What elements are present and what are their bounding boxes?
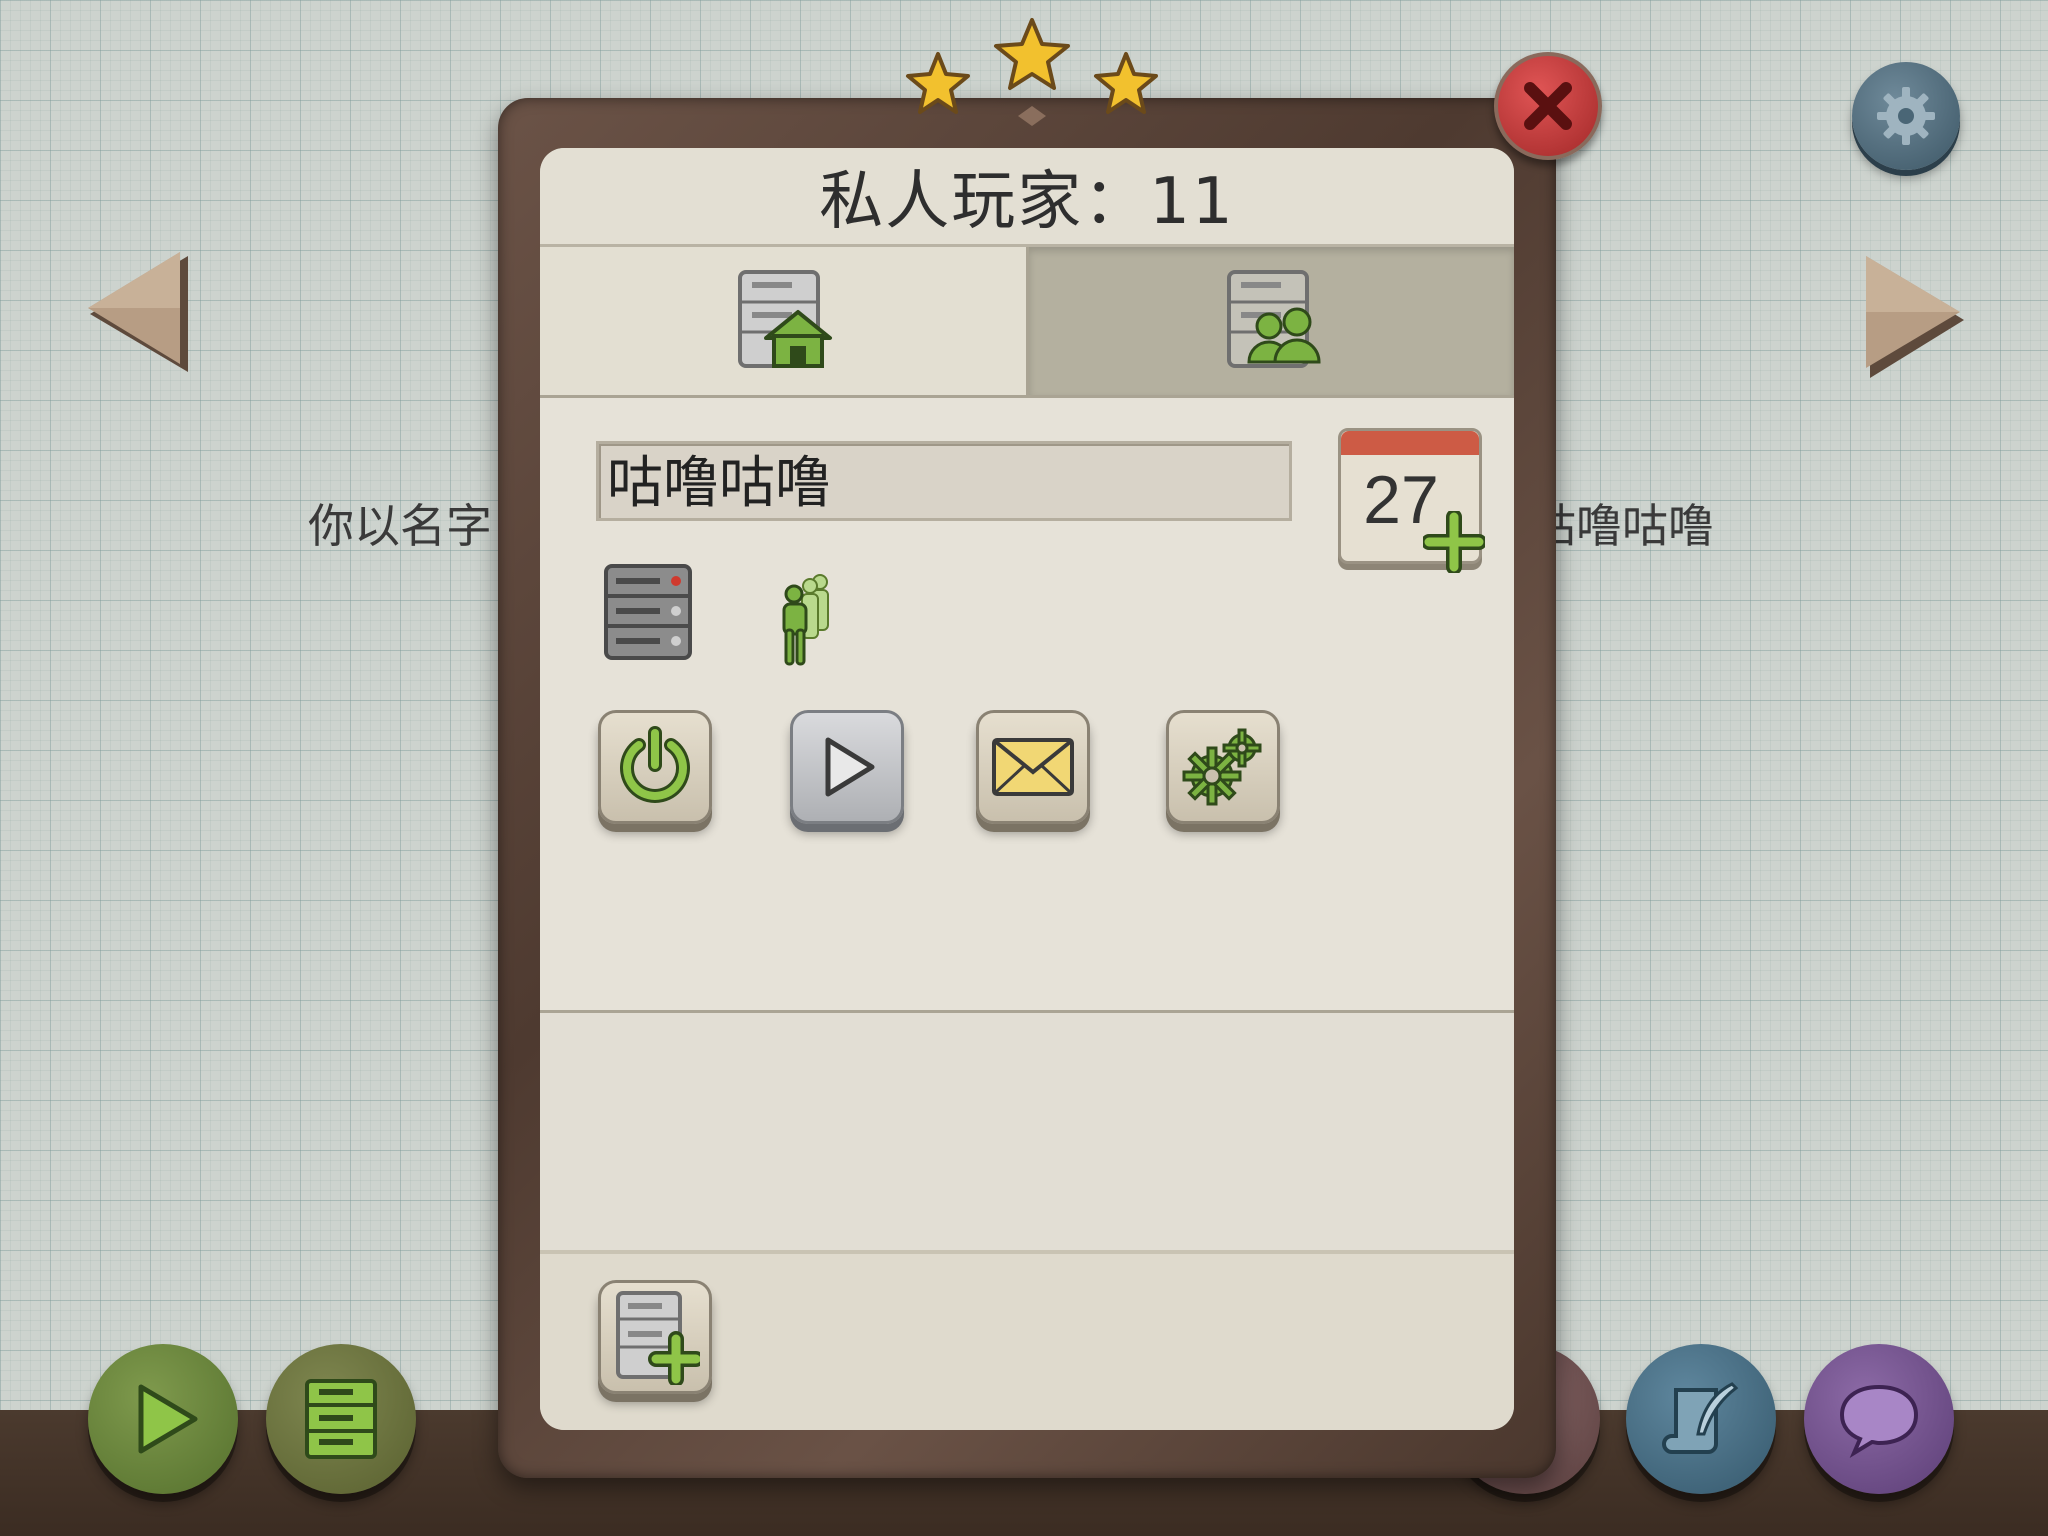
close-button[interactable]: [1494, 52, 1602, 160]
triangle-right-icon: [1866, 256, 1964, 378]
previous-arrow-button[interactable]: [84, 248, 194, 378]
server-name-field[interactable]: 咕噜咕噜: [596, 441, 1292, 521]
dialog-header: 私人玩家：11: [540, 148, 1514, 247]
chat-button[interactable]: [1804, 1344, 1954, 1494]
play-icon: [138, 1384, 198, 1454]
power-icon: [620, 726, 690, 803]
mail-icon: [992, 738, 1074, 796]
players-icon: [782, 574, 829, 666]
next-arrow-button[interactable]: [1860, 252, 1970, 382]
scroll-quill-icon: [1662, 1382, 1739, 1454]
tab-private-server[interactable]: [540, 247, 1029, 395]
server-dialog: 私人玩家：11 咕噜咕噜 27: [540, 148, 1514, 1430]
mail-button[interactable]: [976, 710, 1090, 824]
play-game-button[interactable]: [88, 1344, 238, 1494]
tab-multiplayer-server[interactable]: [1029, 247, 1514, 395]
server-status-icon: [604, 564, 692, 660]
server-list-icon: [305, 1379, 377, 1459]
add-server-icon: [616, 1291, 700, 1385]
background-text-left: 你以名字: [308, 499, 492, 553]
add-server-button[interactable]: [598, 1280, 712, 1394]
server-multiplayer-icon: [1226, 270, 1321, 368]
server-settings-button[interactable]: [1166, 710, 1280, 824]
close-icon: [1524, 82, 1572, 130]
background-text-right: 咕噜咕噜: [1530, 499, 1714, 553]
power-button[interactable]: [598, 710, 712, 824]
star-icon: [906, 18, 1158, 114]
settings-button[interactable]: [1852, 62, 1960, 170]
server-list-button[interactable]: [266, 1344, 416, 1494]
server-home-icon: [738, 270, 832, 368]
play-server-button[interactable]: [790, 710, 904, 824]
rating-stars: [906, 18, 1158, 126]
chat-bubble-icon: [1839, 1384, 1919, 1458]
triangle-left-icon: [88, 252, 188, 372]
gear-icon: [1877, 87, 1935, 145]
dialog-title: 私人玩家：11: [819, 165, 1235, 239]
calendar-header: [1341, 431, 1479, 455]
gears-icon: [1182, 728, 1262, 806]
play-icon: [825, 737, 875, 797]
extend-days-button[interactable]: 27: [1338, 428, 1485, 573]
scroll-quill-button[interactable]: [1626, 1344, 1776, 1494]
plus-icon: [1423, 511, 1485, 573]
